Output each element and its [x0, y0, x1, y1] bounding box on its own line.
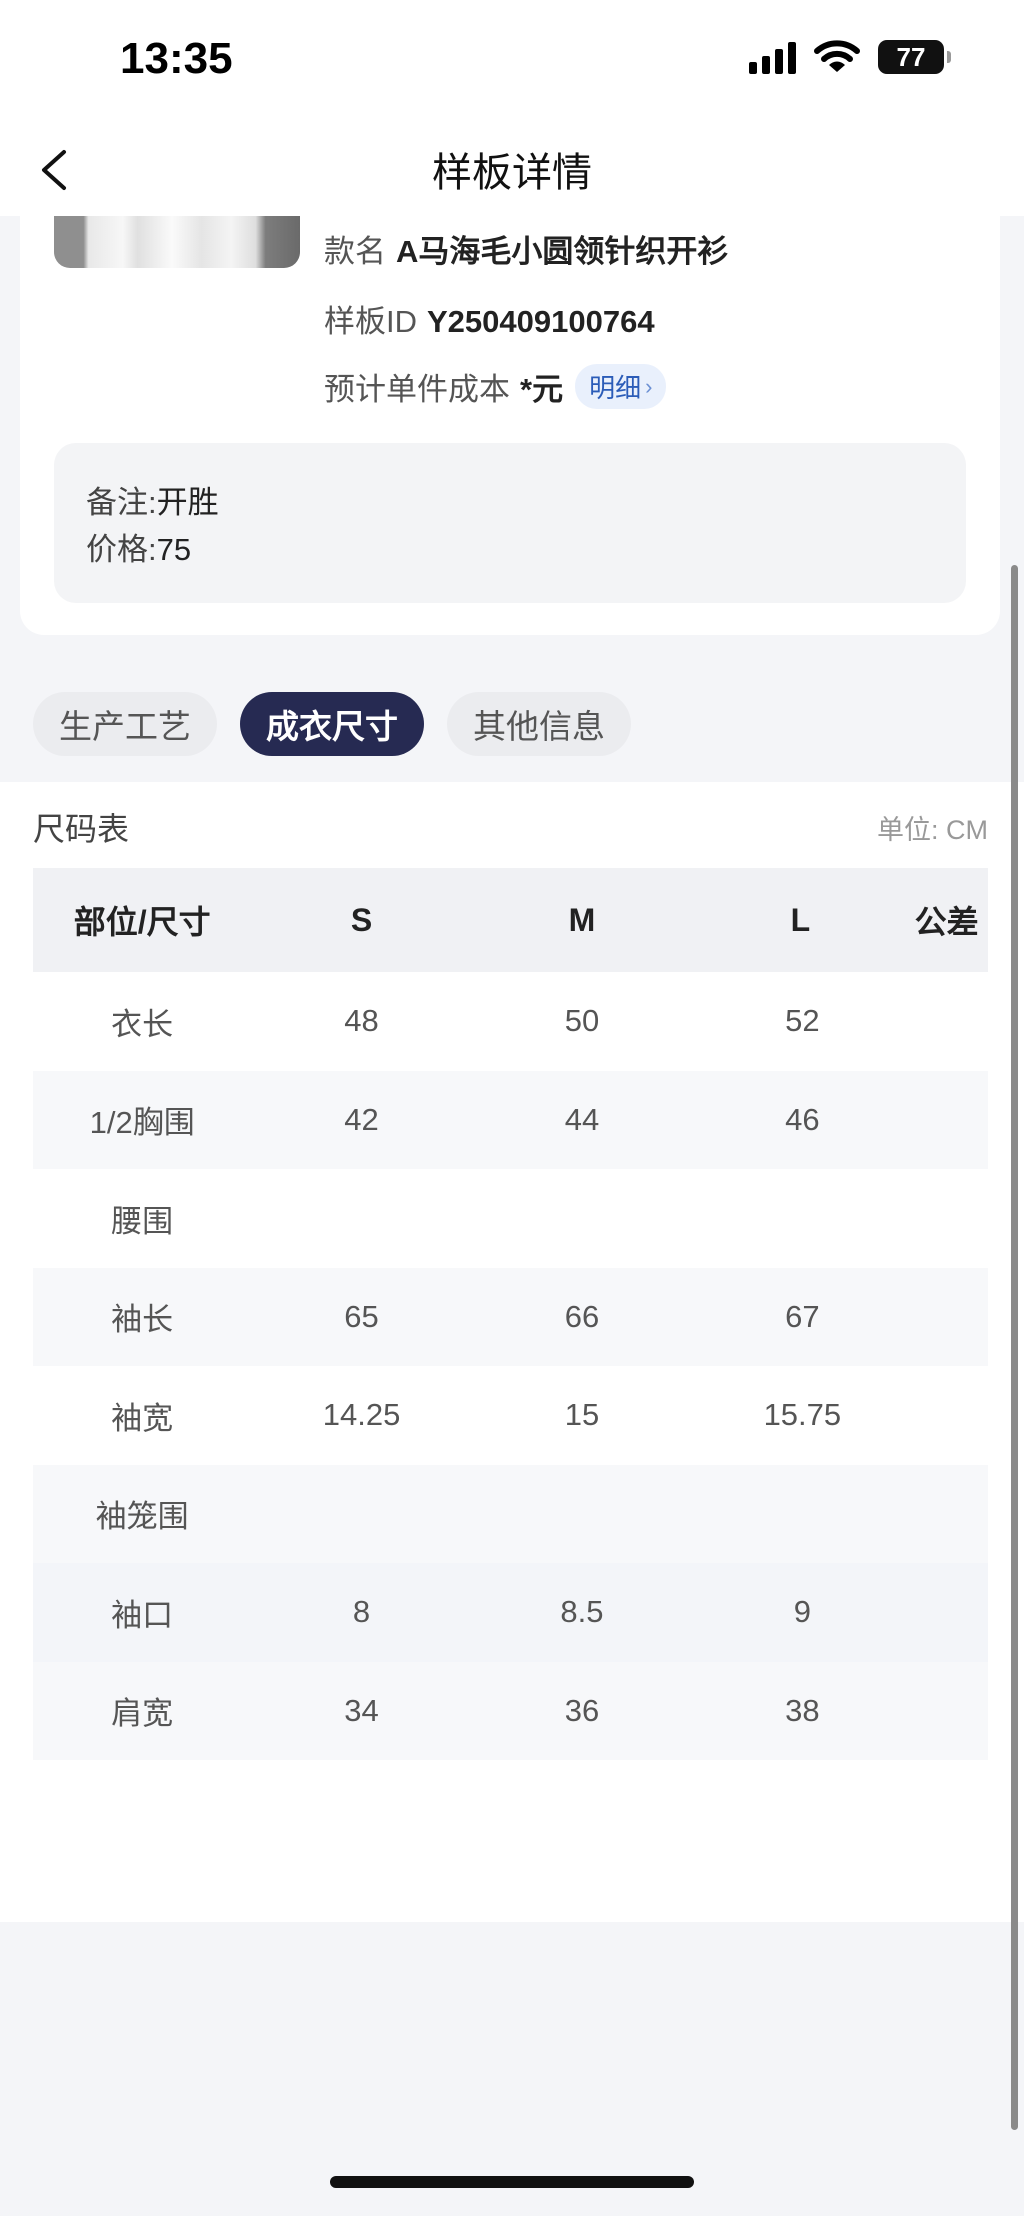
size-value-cell: 8: [251, 1563, 472, 1662]
home-indicator[interactable]: [330, 2176, 694, 2188]
table-header-row: 部位/尺寸 S M L 公差: [33, 868, 988, 972]
size-chart-header: 尺码表 单位: CM: [33, 804, 988, 850]
cost-value: *元: [520, 372, 564, 407]
page: 13:35 77 款名 A马海毛小圆领针织开衫 样板ID Y250409100764…: [0, 0, 1024, 2216]
status-time: 13:35: [120, 34, 233, 83]
status-bar: 13:35 77: [0, 0, 1024, 120]
size-value-cell: 15.75: [763, 1397, 842, 1433]
size-value-cell: 52: [785, 1003, 820, 1039]
sample-id-label: 样板ID: [324, 304, 417, 339]
remark-row: 备注:开胜: [86, 479, 966, 526]
wifi-icon: [814, 40, 860, 72]
size-value-cell: [913, 1366, 988, 1465]
price-label: 价格:: [86, 532, 157, 567]
header-cell: 部位/尺寸: [33, 868, 252, 972]
size-value-cell: 48: [344, 1003, 379, 1039]
row-label-cell: 袖口: [33, 1563, 252, 1662]
price-value: 75: [156, 532, 192, 567]
size-value-cell: 9: [692, 1563, 913, 1662]
size-value-cell: [913, 972, 988, 1071]
size-chart-title: 尺码表: [33, 811, 130, 847]
size-value-cell: 50: [564, 1003, 600, 1039]
chevron-right-icon: ›: [645, 373, 653, 399]
size-value-cell: 66: [471, 1267, 693, 1366]
row-label-cell: 肩宽: [33, 1661, 252, 1760]
tab-garment-size[interactable]: 成衣尺寸: [240, 692, 424, 756]
size-table-scroll[interactable]: 部位/尺寸 S M L 公差 衣长 48 50 52 1/2胸围 42 44 46 腰围袖长 65…: [33, 868, 988, 1760]
size-value-cell: 42: [251, 1070, 472, 1169]
row-label-cell: 袖长: [33, 1267, 252, 1366]
row-label-cell: 腰围: [111, 1203, 174, 1239]
size-value-cell: 67: [692, 1267, 913, 1366]
size-value-cell: 15: [564, 1397, 600, 1433]
table-row: 袖口 8 8.5 9: [33, 1563, 988, 1662]
notes-box: 备注:开胜 价格:75: [54, 443, 966, 603]
table-row: 腰围: [33, 1169, 988, 1268]
table-row: 袖长 65 66 67: [33, 1267, 988, 1366]
size-value-cell: [913, 1169, 988, 1268]
cost-detail-button[interactable]: 明细 ›: [575, 364, 667, 409]
size-value-cell: [692, 1464, 913, 1563]
cost-detail-label: 明细: [589, 373, 642, 403]
size-value-cell: [912, 1464, 988, 1563]
table-row: 1/2胸围 42 44 46: [33, 1070, 988, 1169]
size-value-cell: [251, 1169, 471, 1268]
battery-icon: 77: [878, 40, 951, 74]
page-title: 样板详情: [432, 151, 592, 195]
size-value-cell: [251, 1464, 472, 1563]
tab-other-info[interactable]: 其他信息: [447, 692, 631, 756]
size-value-cell: 46: [692, 1070, 913, 1169]
style-name-label: 款名: [324, 234, 386, 269]
row-label-cell: 1/2胸围: [33, 1070, 252, 1169]
header-cell: S: [251, 868, 472, 972]
cost-row: 预计单件成本 *元 明细 ›: [324, 364, 667, 409]
sample-id-row: 样板ID Y250409100764: [324, 296, 655, 341]
size-chart-unit: 单位: CM: [877, 814, 988, 845]
status-icons: 77: [749, 40, 951, 74]
size-value-cell: 38: [692, 1661, 913, 1760]
signal-icon: [749, 40, 796, 74]
tab-production-process[interactable]: 生产工艺: [33, 692, 217, 756]
sample-info-card: 款名 A马海毛小圆领针织开衫 样板ID Y250409100764 预计单件成本 *元…: [20, 150, 1000, 635]
size-value-cell: 65: [251, 1267, 472, 1366]
size-value-cell: 36: [471, 1661, 693, 1760]
header-cell: M: [471, 868, 693, 972]
style-name-row: 款名 A马海毛小圆领针织开衫: [324, 226, 728, 271]
size-value-cell: [912, 1267, 988, 1366]
sample-id-value: Y250409100764: [427, 304, 655, 339]
size-value-cell: [912, 1563, 988, 1662]
header-cell: L: [692, 868, 913, 972]
scrollbar[interactable]: [1011, 565, 1018, 2130]
size-value-cell: 34: [251, 1661, 472, 1760]
battery-level: 77: [896, 41, 926, 72]
size-value-cell: [912, 1070, 988, 1169]
size-value-cell: 8.5: [471, 1563, 693, 1662]
style-name-value: A马海毛小圆领针织开衫: [396, 234, 729, 269]
row-label-cell: 袖宽: [111, 1400, 174, 1436]
row-label-cell: 袖笼围: [33, 1464, 252, 1563]
size-value-cell: [472, 1169, 692, 1268]
size-table: 部位/尺寸 S M L 公差 衣长 48 50 52 1/2胸围 42 44 46 腰围袖长 65…: [33, 868, 988, 1760]
size-value-cell: 44: [471, 1070, 693, 1169]
table-row: 袖宽 14.25 15 15.75: [33, 1366, 988, 1465]
remark-label: 备注:: [86, 485, 157, 520]
size-value-cell: [692, 1169, 912, 1268]
header-cell: 公差: [912, 868, 988, 972]
table-row: 肩宽 34 36 38: [33, 1661, 988, 1760]
detail-tabs: 生产工艺 成衣尺寸 其他信息: [33, 692, 631, 756]
size-value-cell: 14.25: [322, 1397, 401, 1433]
price-row: 价格:75: [86, 526, 966, 573]
remark-value: 开胜: [156, 485, 219, 520]
cost-label: 预计单件成本: [324, 372, 510, 407]
row-label-cell: 衣长: [111, 1006, 174, 1042]
size-chart-section: 尺码表 单位: CM 部位/尺寸 S M L 公差 衣长 48 50 52 1/2胸围 4…: [0, 782, 1024, 1922]
size-value-cell: [471, 1464, 693, 1563]
size-value-cell: [912, 1661, 988, 1760]
size-table-body: 衣长 48 50 52 1/2胸围 42 44 46 腰围袖长 65 66 67 袖宽 14.25 15 15…: [33, 972, 988, 1760]
table-row: 衣长 48 50 52: [33, 972, 988, 1071]
table-row: 袖笼围: [33, 1464, 988, 1563]
nav-bar: 样板详情: [0, 120, 1024, 216]
